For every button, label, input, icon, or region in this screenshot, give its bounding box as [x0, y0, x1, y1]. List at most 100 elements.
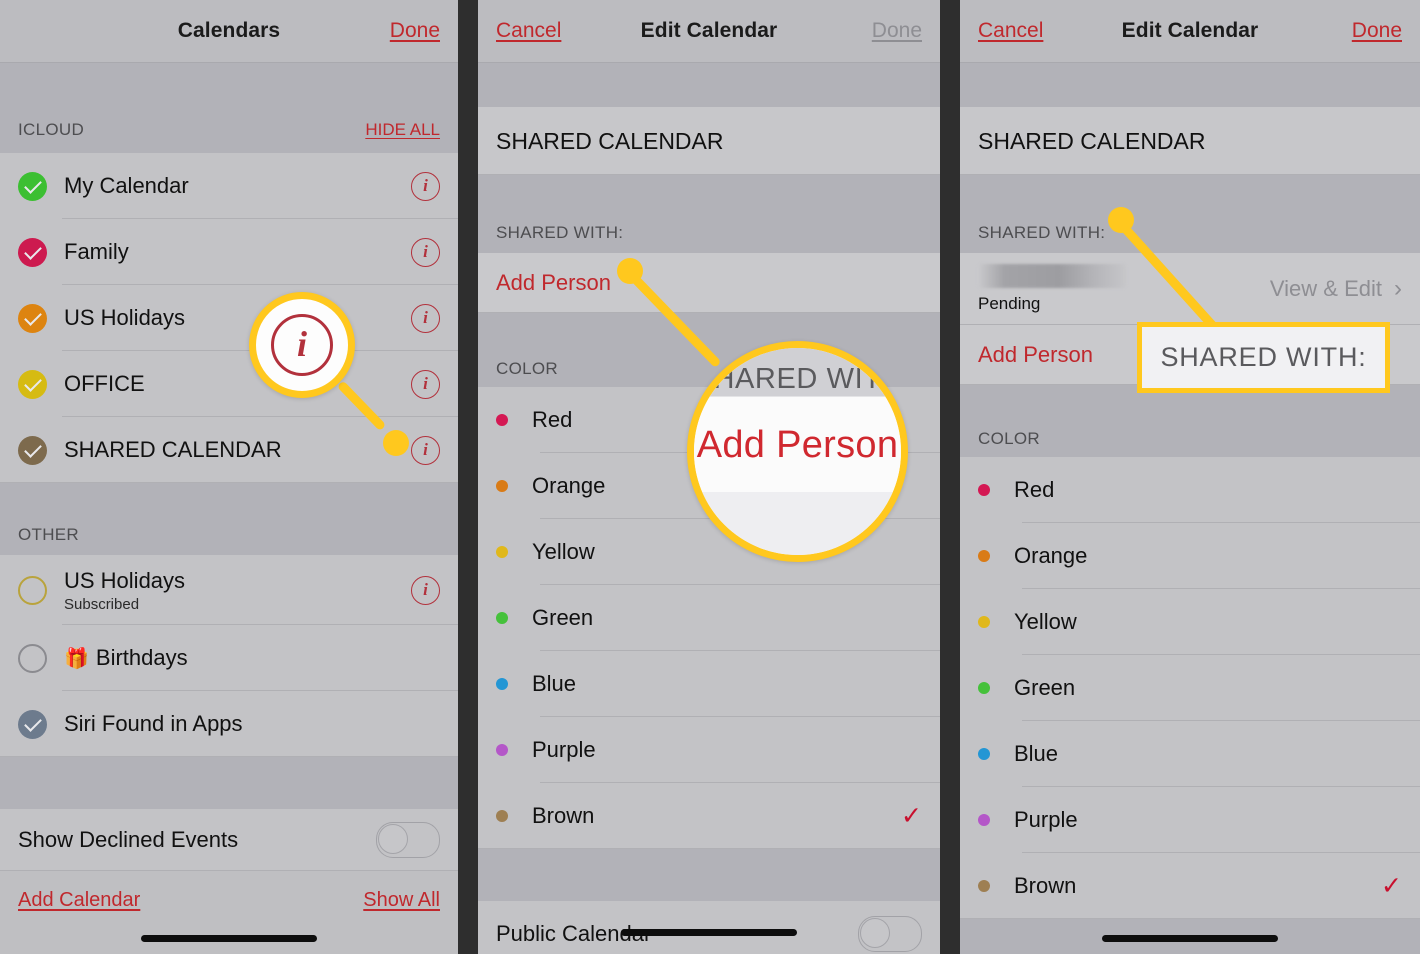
calendar-subtitle: Subscribed	[64, 595, 140, 613]
participant-row[interactable]: Pending View & Edit ›	[960, 253, 1420, 325]
done-button[interactable]: Done	[1352, 19, 1402, 43]
shared-with-header: SHARED WITH:	[960, 175, 1420, 253]
color-row-orange[interactable]: Orange	[478, 453, 940, 519]
color-name: Brown	[532, 803, 595, 828]
done-button[interactable]: Done	[390, 19, 440, 43]
color-swatch-icon	[496, 744, 508, 756]
color-row-blue[interactable]: Blue	[960, 721, 1420, 787]
color-swatch-icon	[496, 612, 508, 624]
public-calendar-row[interactable]: Public Calendar	[478, 901, 940, 954]
add-person-row[interactable]: Add Person	[478, 253, 940, 313]
done-button[interactable]: Done	[872, 19, 922, 43]
add-person-label: Add Person	[496, 270, 611, 295]
show-declined-events-toggle[interactable]	[376, 822, 440, 858]
participant-permission: View & Edit	[1269, 276, 1382, 301]
checkbox-icon[interactable]	[18, 237, 47, 267]
color-row-red[interactable]: Red	[478, 387, 940, 453]
color-row-purple[interactable]: Purple	[960, 787, 1420, 853]
calendar-row-siri-found-in-apps[interactable]: Siri Found in Apps	[0, 691, 458, 757]
color-row-brown[interactable]: Brown ✓	[478, 783, 940, 849]
color-swatch-icon	[978, 616, 990, 628]
navbar-edit-calendar: Cancel Edit Calendar Done	[960, 0, 1420, 63]
page-title: Edit Calendar	[640, 19, 778, 42]
info-icon[interactable]	[411, 171, 440, 201]
calendar-name: Birthdays	[95, 645, 188, 670]
section-gap	[960, 63, 1420, 107]
navbar-calendars: Calendars Done	[0, 0, 458, 63]
info-icon[interactable]	[411, 303, 440, 333]
info-icon[interactable]	[411, 369, 440, 399]
selected-check-icon: ✓	[901, 801, 922, 830]
color-label: COLOR	[978, 429, 1040, 448]
color-name: Orange	[1014, 543, 1088, 568]
calendar-row-shared-calendar[interactable]: SHARED CALENDAR	[0, 417, 458, 483]
color-swatch-icon	[496, 546, 508, 558]
section-gap	[0, 63, 458, 107]
color-row-orange[interactable]: Orange	[960, 523, 1420, 589]
calendar-name-field[interactable]: SHARED CALENDAR	[478, 107, 940, 175]
phone-screen-edit-calendar-shared-with: Cancel Edit Calendar Done SHARED CALENDA…	[960, 0, 1420, 954]
calendar-row-my-calendar[interactable]: My Calendar	[0, 153, 458, 219]
checkbox-icon[interactable]	[18, 643, 47, 673]
color-name: Yellow	[1014, 609, 1077, 634]
color-name: Yellow	[532, 539, 595, 564]
info-icon[interactable]	[411, 237, 440, 267]
checkbox-icon[interactable]	[18, 709, 47, 739]
group-header-icloud: ICLOUD HIDE ALL	[0, 107, 458, 153]
color-name: Green	[532, 605, 594, 630]
color-row-purple[interactable]: Purple	[478, 717, 940, 783]
color-name: Red	[1014, 477, 1055, 502]
calendar-name: SHARED CALENDAR	[64, 437, 282, 462]
color-name: Red	[532, 407, 573, 432]
calendar-row-office[interactable]: OFFICE	[0, 351, 458, 417]
calendar-row-us-holidays-subscribed[interactable]: US Holidays Subscribed	[0, 555, 458, 625]
color-row-blue[interactable]: Blue	[478, 651, 940, 717]
color-row-green[interactable]: Green	[960, 655, 1420, 721]
color-row-yellow[interactable]: Yellow	[960, 589, 1420, 655]
screenshot-stage: Calendars Done ICLOUD HIDE ALL My Calend…	[0, 0, 1420, 954]
calendar-name: Siri Found in Apps	[64, 711, 243, 736]
calendar-name: US Holidays	[64, 567, 186, 593]
calendar-name: My Calendar	[64, 173, 189, 198]
color-name: Purple	[1014, 807, 1078, 832]
selected-check-icon: ✓	[1381, 871, 1402, 900]
shared-with-label: SHARED WITH:	[496, 223, 624, 242]
home-indicator	[621, 929, 797, 936]
public-calendar-toggle[interactable]	[858, 916, 922, 952]
checkbox-icon[interactable]	[18, 303, 47, 333]
hide-all-button[interactable]: HIDE ALL	[365, 120, 440, 140]
color-swatch-icon	[978, 814, 990, 826]
show-declined-events-row[interactable]: Show Declined Events	[0, 809, 458, 871]
color-swatch-icon	[496, 480, 508, 492]
checkbox-icon[interactable]	[18, 435, 47, 465]
calendar-name: OFFICE	[64, 371, 145, 396]
color-row-red[interactable]: Red	[960, 457, 1420, 523]
calendar-name-field[interactable]: SHARED CALENDAR	[960, 107, 1420, 175]
home-indicator	[1102, 935, 1278, 942]
checkbox-icon[interactable]	[18, 171, 47, 201]
color-header: COLOR	[960, 385, 1420, 457]
checkbox-icon[interactable]	[18, 369, 47, 399]
cancel-button[interactable]: Cancel	[496, 19, 561, 43]
checkbox-icon[interactable]	[18, 575, 47, 605]
calendar-row-birthdays[interactable]: 🎁 Birthdays	[0, 625, 458, 691]
cancel-button[interactable]: Cancel	[978, 19, 1043, 43]
color-swatch-icon	[978, 880, 990, 892]
color-row-yellow[interactable]: Yellow	[478, 519, 940, 585]
info-icon[interactable]	[411, 435, 440, 465]
section-gap	[478, 849, 940, 901]
home-indicator	[141, 935, 317, 942]
show-all-button[interactable]: Show All	[363, 889, 440, 912]
calendar-row-us-holidays[interactable]: US Holidays	[0, 285, 458, 351]
section-gap	[478, 63, 940, 107]
participant-status: Pending	[978, 294, 1041, 313]
calendar-row-family[interactable]: Family	[0, 219, 458, 285]
info-icon[interactable]	[411, 575, 440, 605]
color-row-brown[interactable]: Brown ✓	[960, 853, 1420, 919]
participant-name-redacted	[978, 264, 1126, 288]
add-person-row[interactable]: Add Person	[960, 325, 1420, 385]
color-row-green[interactable]: Green	[478, 585, 940, 651]
add-calendar-button[interactable]: Add Calendar	[18, 889, 140, 912]
section-gap	[0, 757, 458, 809]
group-label-other: OTHER	[18, 525, 79, 544]
